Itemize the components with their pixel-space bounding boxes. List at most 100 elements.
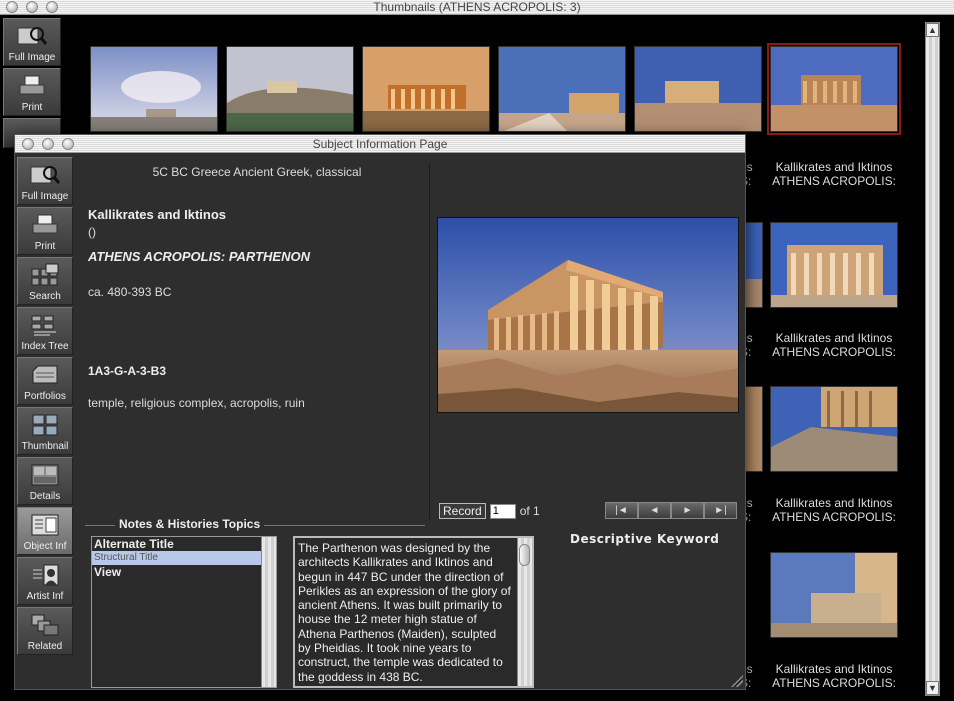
object-info-button[interactable]: Object Inf bbox=[17, 507, 73, 555]
magnifier-icon bbox=[30, 158, 60, 191]
work-title: ATHENS ACROPOLIS: PARTHENON bbox=[88, 249, 310, 264]
catalog-number: 1A3-G-A-3-B3 bbox=[88, 364, 167, 378]
related-button[interactable]: Related bbox=[17, 607, 73, 655]
tool-label: Print bbox=[34, 241, 56, 252]
topic-list[interactable]: Alternate Title Structural Title View bbox=[91, 536, 277, 688]
thumbnails-toolbar: Full Image Print bbox=[0, 16, 75, 148]
print-button[interactable]: Print bbox=[3, 68, 61, 116]
descriptive-keyword-label: Descriptive Keyword bbox=[570, 532, 720, 546]
thumbnail-11-partial[interactable] bbox=[744, 222, 763, 308]
thumbnail-24[interactable] bbox=[770, 552, 898, 638]
close-icon[interactable] bbox=[6, 1, 18, 13]
scroll-thumb[interactable] bbox=[519, 544, 530, 566]
full-image-label: Full Image bbox=[8, 52, 56, 63]
resize-grip-icon[interactable] bbox=[731, 675, 743, 687]
object-info-icon bbox=[30, 508, 60, 541]
thumbnail-button[interactable]: Thumbnail bbox=[17, 407, 73, 455]
index-tree-icon bbox=[30, 308, 60, 341]
minimize-icon[interactable] bbox=[42, 138, 54, 150]
subject-toolbar: Full Image Print Search Index Tree Portf… bbox=[15, 155, 75, 655]
caption-artist: Kallikrates and Iktinos bbox=[775, 496, 893, 510]
notes-header-label: Notes & Histories Topics bbox=[115, 517, 265, 531]
window-controls bbox=[6, 1, 58, 13]
caption-24: Kallikrates and Iktinos ATHENS ACROPOLIS… bbox=[764, 662, 904, 690]
search-button[interactable]: Search bbox=[17, 257, 73, 305]
index-tree-button[interactable]: Index Tree bbox=[17, 307, 73, 355]
list-item[interactable]: Alternate Title bbox=[92, 537, 276, 551]
tool-label: Search bbox=[29, 291, 61, 302]
full-image-button[interactable]: Full Image bbox=[3, 18, 61, 66]
tool-label: Object Inf bbox=[23, 541, 67, 552]
record-nav-buttons: |◄ ◄ ► ►| bbox=[605, 502, 737, 519]
tool-label: Index Tree bbox=[21, 341, 69, 352]
thumbnail-6-selected[interactable] bbox=[767, 43, 901, 135]
record-total: of 1 bbox=[519, 504, 540, 518]
list-item-selected[interactable]: Structural Title bbox=[92, 551, 276, 565]
portfolios-button[interactable]: Portfolios bbox=[17, 357, 73, 405]
tool-label: Details bbox=[29, 491, 61, 502]
previous-record-button[interactable]: ◄ bbox=[638, 502, 671, 519]
work-date: ca. 480-393 BC bbox=[88, 285, 172, 299]
thumbnails-scrollbar[interactable]: ▲ ▼ bbox=[925, 22, 940, 696]
window-controls bbox=[22, 138, 74, 150]
portfolio-icon bbox=[30, 358, 60, 391]
artist-info-button[interactable]: Artist Inf bbox=[17, 557, 73, 605]
artist-dates: () bbox=[88, 225, 96, 239]
thumbnail-2[interactable] bbox=[226, 46, 354, 132]
magnifier-icon bbox=[17, 19, 47, 52]
record-number-input[interactable]: 1 bbox=[489, 503, 516, 519]
caption-title: ATHENS ACROPOLIS: bbox=[772, 345, 896, 359]
thumbnails-titlebar[interactable]: Thumbnails (ATHENS ACROPOLIS: 3) bbox=[0, 0, 954, 15]
thumbnail-5[interactable] bbox=[634, 46, 762, 132]
thumbnail-4[interactable] bbox=[498, 46, 626, 132]
list-item[interactable]: View bbox=[92, 565, 276, 579]
thumbnail-grid-icon bbox=[30, 408, 60, 441]
caption-title: ATHENS ACROPOLIS: bbox=[772, 676, 896, 690]
subject-titlebar[interactable]: Subject Information Page bbox=[15, 135, 745, 153]
period-text: 5C BC Greece Ancient Greek, classical bbox=[152, 165, 362, 179]
tool-label: Related bbox=[27, 641, 63, 652]
printer-icon bbox=[18, 69, 46, 102]
thumbnail-1[interactable] bbox=[90, 46, 218, 132]
tool-label: Full Image bbox=[21, 191, 69, 202]
scroll-up-icon[interactable]: ▲ bbox=[926, 23, 939, 37]
caption-12: Kallikrates and Iktinos ATHENS ACROPOLIS… bbox=[764, 331, 904, 359]
full-image-button[interactable]: Full Image bbox=[17, 157, 73, 205]
caption-title: ATHENS ACROPOLIS: bbox=[772, 174, 896, 188]
artist-info-icon bbox=[30, 558, 60, 591]
tool-label: Portfolios bbox=[24, 391, 66, 402]
scroll-down-icon[interactable]: ▼ bbox=[926, 681, 939, 695]
caption-artist: Kallikrates and Iktinos bbox=[775, 331, 893, 345]
thumbnail-17-partial[interactable] bbox=[744, 386, 763, 472]
search-grid-icon bbox=[30, 258, 60, 291]
details-icon bbox=[30, 458, 60, 491]
caption-artist: Kallikrates and Iktinos bbox=[775, 662, 893, 676]
parthenon-image[interactable] bbox=[437, 217, 739, 413]
close-icon[interactable] bbox=[22, 138, 34, 150]
first-record-button[interactable]: |◄ bbox=[605, 502, 638, 519]
related-icon bbox=[30, 608, 60, 641]
print-button[interactable]: Print bbox=[17, 207, 73, 255]
subject-info-window: Subject Information Page Full Image Prin… bbox=[14, 134, 746, 690]
last-record-button[interactable]: ►| bbox=[704, 502, 737, 519]
tool-label: Thumbnail bbox=[21, 441, 69, 452]
notes-textarea[interactable]: The Parthenon was designed by the archit… bbox=[293, 536, 534, 688]
minimize-icon[interactable] bbox=[26, 1, 38, 13]
caption-artist: Kallikrates and Iktinos bbox=[775, 160, 893, 174]
panel-divider bbox=[429, 163, 430, 519]
details-button[interactable]: Details bbox=[17, 457, 73, 505]
record-button[interactable]: Record bbox=[439, 503, 486, 519]
object-details-panel: 5C BC Greece Ancient Greek, classical Ka… bbox=[85, 155, 429, 515]
notes-body: The Parthenon was designed by the archit… bbox=[298, 541, 511, 684]
zoom-icon[interactable] bbox=[46, 1, 58, 13]
topic-list-scrollbar[interactable] bbox=[261, 537, 276, 687]
zoom-icon[interactable] bbox=[62, 138, 74, 150]
thumbnail-3[interactable] bbox=[362, 46, 490, 132]
next-record-button[interactable]: ► bbox=[671, 502, 704, 519]
caption-title: ATHENS ACROPOLIS: bbox=[772, 510, 896, 524]
caption-18: Kallikrates and Iktinos ATHENS ACROPOLIS… bbox=[764, 496, 904, 524]
print-label: Print bbox=[21, 102, 43, 113]
thumbnails-title: Thumbnails (ATHENS ACROPOLIS: 3) bbox=[373, 0, 581, 14]
thumbnail-12[interactable] bbox=[770, 222, 898, 308]
thumbnail-18[interactable] bbox=[770, 386, 898, 472]
